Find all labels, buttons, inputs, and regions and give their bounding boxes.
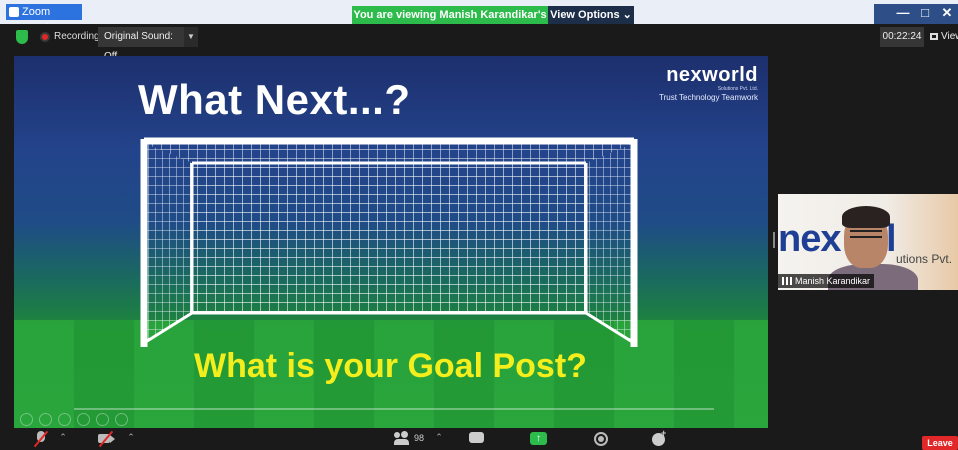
record-dot: [598, 436, 604, 442]
participant-hair: [842, 206, 890, 228]
next-slide-icon[interactable]: [39, 413, 52, 426]
field-line: [74, 408, 714, 410]
mute-microphone-icon[interactable]: [33, 430, 49, 448]
meeting-top-bar: Recording Original Sound: Off ▼ 00:22:24…: [0, 24, 958, 62]
video-options-caret[interactable]: ⌃: [126, 432, 136, 450]
slideshow-controls: [20, 413, 128, 426]
more-options-icon[interactable]: [115, 413, 128, 426]
minimize-button[interactable]: —: [892, 4, 914, 24]
meeting-toolbar: ⌃ ⌃ 98 ⌃ ↑ +: [0, 428, 958, 450]
nexworld-logo: nexworld Solutions Pvt. Ltd. Trust Techn…: [659, 64, 758, 102]
participants-options-caret[interactable]: ⌃: [434, 432, 444, 450]
view-options-button[interactable]: View Options ⌄: [548, 6, 634, 24]
recording-label: Recording: [54, 31, 100, 42]
reactions-button[interactable]: +: [652, 428, 667, 448]
chat-button[interactable]: [469, 430, 484, 448]
shared-screen: What Next...? nexworld Solutions Pvt. Lt…: [14, 56, 768, 428]
screen-share-banner: You are viewing Manish Karandikar's scre…: [352, 6, 548, 39]
window-controls: — □ ✕: [874, 4, 958, 24]
zoom-slide-icon[interactable]: [96, 413, 109, 426]
grid-view-icon: [930, 33, 938, 40]
share-screen-button[interactable]: ↑: [530, 430, 547, 448]
participants-button[interactable]: 98: [394, 430, 434, 448]
leave-button[interactable]: Leave: [922, 436, 958, 450]
meeting-timer: 00:22:24: [880, 27, 924, 47]
panel-resize-handle[interactable]: [773, 232, 775, 248]
participant-glasses: [850, 230, 882, 238]
pen-tool-icon[interactable]: [58, 413, 71, 426]
security-shield-icon[interactable]: [16, 30, 28, 44]
view-button[interactable]: View: [930, 27, 958, 47]
stop-video-icon[interactable]: [98, 430, 116, 448]
original-sound-button[interactable]: Original Sound: Off: [98, 27, 184, 62]
zoom-icon: [9, 7, 19, 17]
view-label: View: [941, 31, 958, 42]
slide-question: What is your Goal Post?: [194, 347, 587, 385]
video-background-sub: utions Pvt.: [896, 252, 953, 266]
signal-bars-icon: [782, 277, 792, 285]
recording-indicator-icon: [40, 32, 50, 42]
audio-options-caret[interactable]: ⌃: [58, 432, 68, 450]
share-screen-icon: ↑: [530, 432, 547, 445]
prev-slide-icon[interactable]: [20, 413, 33, 426]
logo-tagline: Trust Technology Teamwork: [658, 93, 758, 102]
participants-count: 98: [414, 433, 425, 443]
participant-name-tag: Manish Karandikar: [778, 274, 875, 288]
original-sound-dropdown[interactable]: ▼: [184, 27, 198, 47]
participants-icon-body: [394, 439, 409, 445]
close-button[interactable]: ✕: [936, 4, 958, 24]
app-title: Zoom Meeting: [6, 4, 82, 34]
maximize-button[interactable]: □: [914, 4, 936, 24]
reactions-plus: +: [661, 428, 667, 438]
chat-icon: [469, 432, 484, 443]
camera-lens: [110, 435, 115, 443]
participants-icon: [394, 432, 400, 438]
goal-post-image: [140, 137, 638, 347]
logo-name: nexworld: [666, 64, 758, 86]
slide-title: What Next...?: [138, 76, 411, 123]
participant-video-tile[interactable]: nex orl utions Pvt. Manish Karandikar: [778, 194, 958, 290]
participant-name: Manish Karandikar: [795, 276, 871, 286]
slides-grid-icon[interactable]: [77, 413, 90, 426]
participants-icon-head: [401, 431, 408, 438]
window-title-bar: Zoom Meeting You are viewing Manish Kara…: [0, 0, 958, 39]
record-button[interactable]: [594, 430, 609, 448]
